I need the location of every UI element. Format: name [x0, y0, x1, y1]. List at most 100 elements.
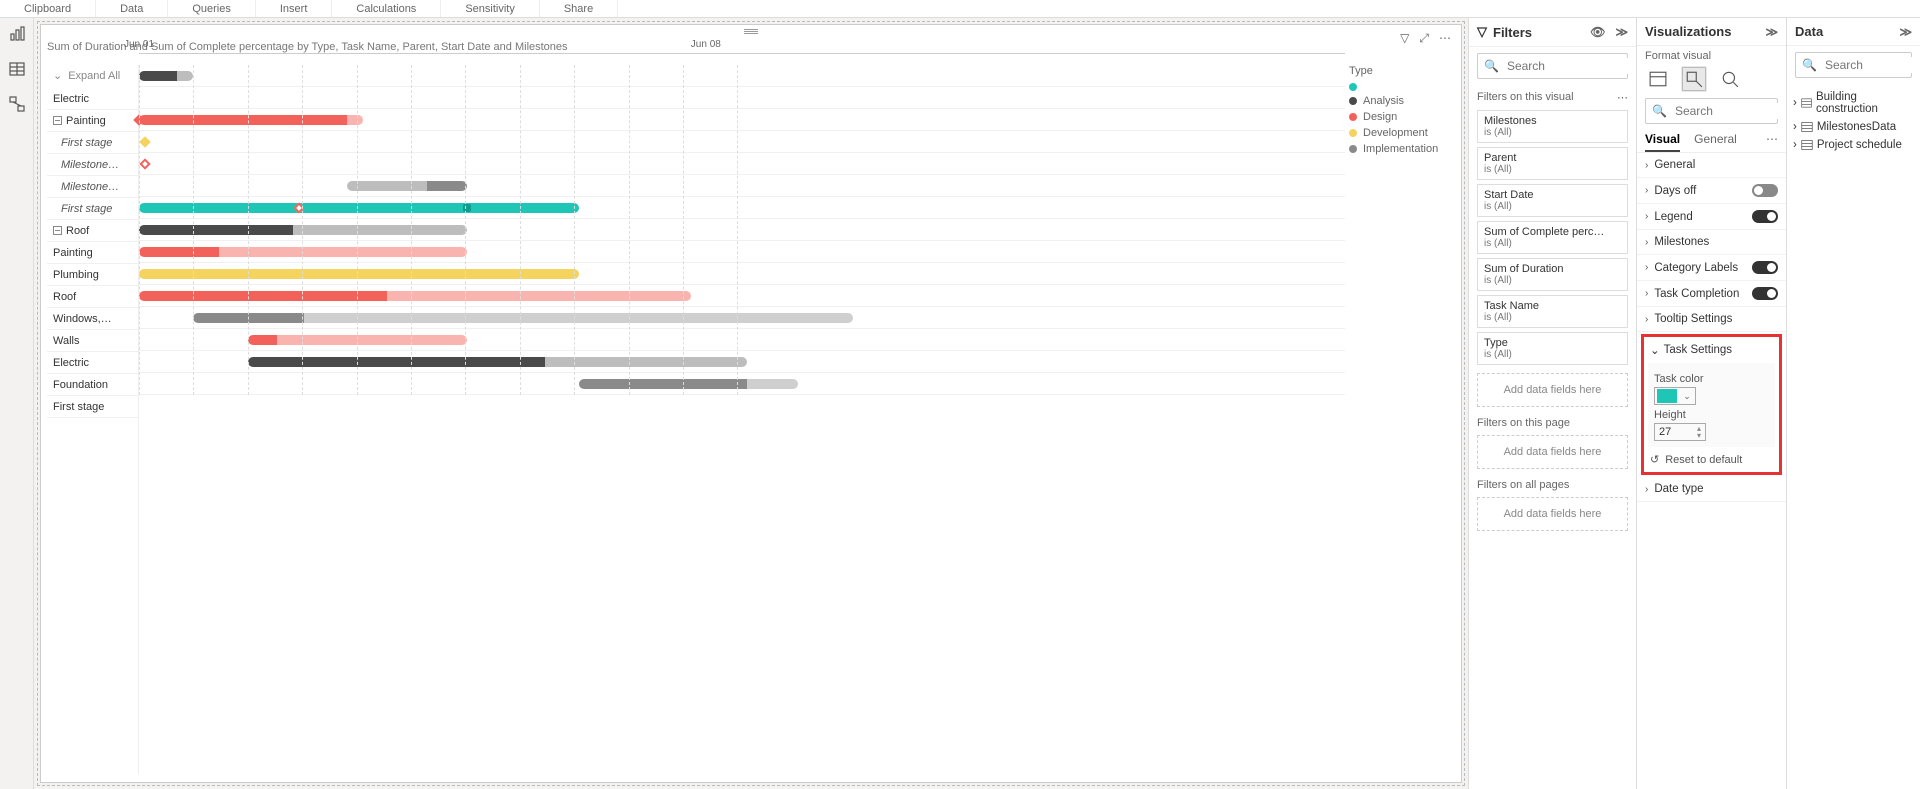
- ribbon-tab[interactable]: Queries: [168, 0, 256, 17]
- ribbon-tab[interactable]: Clipboard: [0, 0, 96, 17]
- toggle[interactable]: [1752, 287, 1778, 300]
- format-property-row[interactable]: ›Days off: [1637, 178, 1786, 204]
- legend-item[interactable]: [1349, 83, 1449, 91]
- height-input[interactable]: 27 ▴▾: [1654, 423, 1706, 441]
- task-row-label[interactable]: Walls: [47, 330, 138, 352]
- task-bar-segment[interactable]: [219, 247, 467, 257]
- milestone-marker[interactable]: [140, 158, 151, 169]
- data-search-input[interactable]: [1823, 57, 1920, 73]
- task-row-label[interactable]: Electric: [47, 352, 138, 374]
- format-property-row[interactable]: ›Category Labels: [1637, 255, 1786, 281]
- task-bar-segment[interactable]: [277, 335, 467, 345]
- collapse-pane-icon[interactable]: ≫: [1615, 25, 1628, 39]
- gantt-visual[interactable]: ▽ ⤢ ⋯ Sum of Duration and Sum of Complet…: [40, 24, 1462, 783]
- filter-card[interactable]: Sum of Complete perc…is (All): [1477, 221, 1628, 254]
- format-property-row[interactable]: ›General: [1637, 153, 1786, 178]
- task-bar-segment[interactable]: [139, 225, 293, 235]
- task-bar-segment[interactable]: [427, 181, 467, 191]
- task-row-label[interactable]: Foundation: [47, 374, 138, 396]
- more-icon[interactable]: ⋯: [1766, 128, 1778, 152]
- legend-item[interactable]: Development: [1349, 127, 1449, 139]
- legend-item[interactable]: Implementation: [1349, 143, 1449, 155]
- prop-date-type[interactable]: ›Date type: [1637, 477, 1786, 502]
- report-view-icon[interactable]: [9, 26, 25, 45]
- task-row-label[interactable]: First stage: [47, 132, 138, 154]
- model-view-icon[interactable]: [9, 96, 25, 115]
- format-property-row[interactable]: ›Tooltip Settings: [1637, 307, 1786, 332]
- format-property-row[interactable]: ›Task Completion: [1637, 281, 1786, 307]
- reset-to-default[interactable]: ↺ Reset to default: [1648, 447, 1775, 466]
- ribbon-tab[interactable]: Share: [540, 0, 618, 17]
- toggle[interactable]: [1752, 261, 1778, 274]
- task-row-label[interactable]: Painting: [47, 242, 138, 264]
- stepper-icon[interactable]: ▴▾: [1697, 425, 1701, 439]
- focus-mode-icon[interactable]: ⤢: [1419, 31, 1429, 46]
- gantt-chart[interactable]: Jun 01Jun 08 Type AnalysisDesignDevelopm…: [139, 65, 1455, 774]
- report-canvas[interactable]: ▽ ⤢ ⋯ Sum of Duration and Sum of Complet…: [34, 18, 1468, 789]
- milestone-marker[interactable]: [463, 204, 471, 212]
- task-row-label[interactable]: Roof: [47, 220, 138, 242]
- collapse-icon[interactable]: [53, 116, 62, 125]
- task-bar-segment[interactable]: [139, 71, 177, 81]
- task-row-label[interactable]: Milestone…: [47, 154, 138, 176]
- task-row-label[interactable]: First stage: [47, 396, 138, 418]
- filter-card[interactable]: Task Nameis (All): [1477, 295, 1628, 328]
- task-bar-segment[interactable]: [293, 225, 467, 235]
- filter-icon[interactable]: ▽: [1400, 31, 1409, 46]
- task-bar-segment[interactable]: [304, 313, 853, 323]
- expand-all-button[interactable]: ⌄ Expand All: [47, 65, 138, 88]
- task-bar-segment[interactable]: [347, 181, 427, 191]
- add-filter-visual[interactable]: Add data fields here: [1477, 373, 1628, 407]
- legend-item[interactable]: Analysis: [1349, 95, 1449, 107]
- filter-card[interactable]: Parentis (All): [1477, 147, 1628, 180]
- data-search[interactable]: 🔍: [1795, 52, 1912, 78]
- data-table-row[interactable]: ›MilestonesData: [1793, 118, 1914, 136]
- filter-card[interactable]: Milestonesis (All): [1477, 110, 1628, 143]
- task-bar-segment[interactable]: [347, 115, 363, 125]
- viz-search[interactable]: 🔍: [1645, 98, 1778, 124]
- task-bar-segment[interactable]: [177, 71, 193, 81]
- format-property-row[interactable]: ›Legend: [1637, 204, 1786, 230]
- data-table-row[interactable]: ›Building construction: [1793, 88, 1914, 118]
- task-bar-segment[interactable]: [139, 115, 347, 125]
- filter-card[interactable]: Typeis (All): [1477, 332, 1628, 365]
- task-bar-segment[interactable]: [139, 269, 579, 279]
- task-bar-segment[interactable]: [545, 357, 747, 367]
- task-bar-segment[interactable]: [248, 335, 277, 345]
- eye-icon[interactable]: 👁: [1590, 25, 1605, 39]
- ribbon-tab[interactable]: Insert: [256, 0, 333, 17]
- analytics-mode[interactable]: [1717, 66, 1743, 92]
- data-table-row[interactable]: ›Project schedule: [1793, 136, 1914, 154]
- task-bar-segment[interactable]: [579, 379, 747, 389]
- task-bar-segment[interactable]: [747, 379, 798, 389]
- task-row-label[interactable]: Electric: [47, 88, 138, 110]
- add-filter-page[interactable]: Add data fields here: [1477, 435, 1628, 469]
- more-options-icon[interactable]: ⋯: [1439, 31, 1451, 46]
- format-property-row[interactable]: ›Milestones: [1637, 230, 1786, 255]
- legend-item[interactable]: Design: [1349, 111, 1449, 123]
- task-row-label[interactable]: Painting: [47, 110, 138, 132]
- table-view-icon[interactable]: [9, 61, 25, 80]
- tab-general[interactable]: General: [1694, 128, 1737, 152]
- collapse-pane-icon[interactable]: ≫: [1899, 25, 1912, 39]
- more-icon[interactable]: ⋯: [1617, 91, 1628, 104]
- format-visual-mode[interactable]: [1681, 66, 1707, 92]
- task-row-label[interactable]: First stage: [47, 198, 138, 220]
- drag-grip-icon[interactable]: [744, 29, 758, 35]
- task-bar-segment[interactable]: [248, 357, 546, 367]
- ribbon-tab[interactable]: Sensitivity: [441, 0, 540, 17]
- task-row-label[interactable]: Windows,…: [47, 308, 138, 330]
- collapse-pane-icon[interactable]: ≫: [1765, 25, 1778, 39]
- toggle[interactable]: [1752, 210, 1778, 223]
- ribbon-tab[interactable]: Calculations: [332, 0, 441, 17]
- task-bar-segment[interactable]: [139, 203, 579, 213]
- filter-card[interactable]: Sum of Durationis (All): [1477, 258, 1628, 291]
- collapse-icon[interactable]: [53, 226, 62, 235]
- tab-visual[interactable]: Visual: [1645, 128, 1680, 152]
- task-row-label[interactable]: Roof: [47, 286, 138, 308]
- task-settings-header[interactable]: ⌄ Task Settings: [1648, 341, 1775, 363]
- toggle[interactable]: [1752, 184, 1778, 197]
- milestone-marker[interactable]: [140, 136, 151, 147]
- ribbon-tab[interactable]: Data: [96, 0, 168, 17]
- filters-search[interactable]: 🔍: [1477, 53, 1628, 79]
